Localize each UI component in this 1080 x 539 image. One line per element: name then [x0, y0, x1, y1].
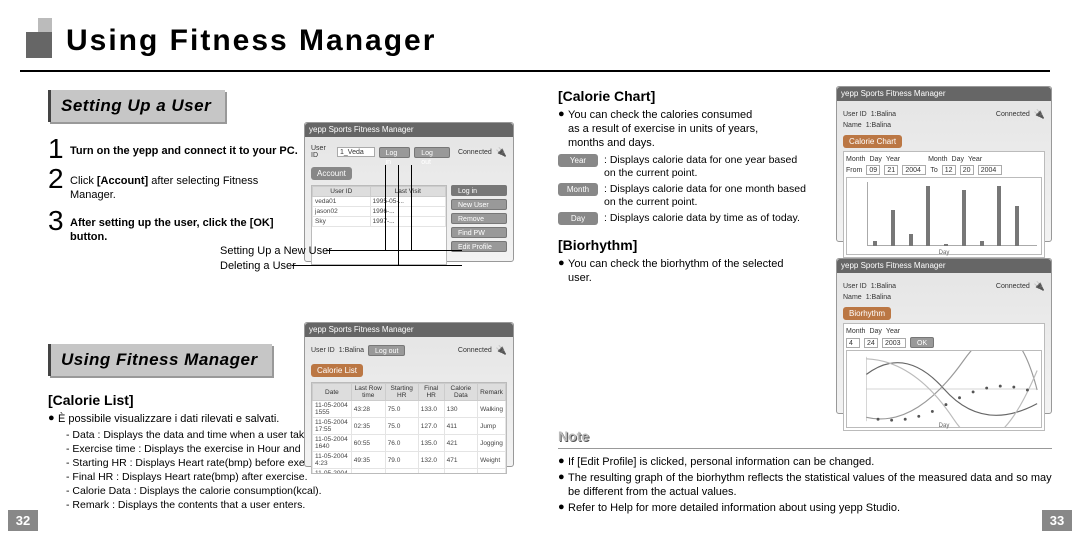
callout-new-user: Setting Up a New User — [220, 245, 332, 257]
chart-bar — [926, 186, 930, 246]
bio-year[interactable]: 2003 — [882, 338, 906, 348]
from-day[interactable]: 21 — [884, 165, 898, 175]
table-row[interactable]: 11-05-2004 164060:5576.0135.0421Jogging — [313, 435, 506, 452]
table-row[interactable]: veda011995-05-... — [313, 197, 446, 207]
table-row[interactable]: 11-05-2004 17:5502:3575.0127.0411Jump — [313, 418, 506, 435]
biorhythm-intro: You can check the biorhythm of the selec… — [568, 257, 793, 285]
note-item: The resulting graph of the biorhythm ref… — [568, 471, 1052, 499]
table-row[interactable]: 11-05-2004 155543:2875.0133.0130Walking — [313, 401, 506, 418]
step-number: 2 — [48, 166, 70, 190]
screenshot-account: yepp Sports Fitness Manager User ID 1_Ve… — [304, 122, 514, 262]
window-titlebar: yepp Sports Fitness Manager — [837, 87, 1051, 101]
leader-line — [411, 165, 412, 250]
tab-account[interactable]: Account — [311, 167, 352, 180]
section-using-fitness-manager: Using Fitness Manager — [48, 344, 272, 376]
tab-calorie-list[interactable]: Calorie List — [311, 364, 363, 377]
user-id-label: User ID — [311, 145, 333, 159]
user-id-value[interactable]: 1_Veda — [337, 147, 375, 157]
note-divider — [558, 448, 1052, 449]
bio-day[interactable]: 24 — [864, 338, 878, 348]
new-user-button[interactable]: New User — [451, 199, 507, 210]
to-label: To — [930, 167, 937, 174]
calorie-chart-intro-line2: as a result of exercise in units of year… — [568, 123, 758, 149]
from-year[interactable]: 2004 — [902, 165, 926, 175]
to-year[interactable]: 2004 — [978, 165, 1002, 175]
table-row[interactable]: Sky1997-... — [313, 217, 446, 227]
page-number-left: 32 — [8, 510, 38, 531]
biorhythm-chart: Day — [846, 350, 1042, 428]
biorhythm-curves — [847, 351, 1041, 427]
screenshot-calorie-list: yepp Sports Fitness Manager User ID 1:Ba… — [304, 322, 514, 467]
note-item: If [Edit Profile] is clicked, personal i… — [568, 455, 1052, 469]
screenshot-calorie-chart: yepp Sports Fitness Manager User ID 1:Ba… — [836, 86, 1052, 242]
logout-button[interactable]: Log out — [414, 147, 450, 158]
def-day: Day : Displays calorie data by time as o… — [558, 212, 808, 225]
calorie-bar-chart: Day — [846, 177, 1042, 255]
ok-button[interactable]: OK — [910, 337, 934, 348]
section-setting-up-user: Setting Up a User — [48, 90, 225, 122]
page-title: Using Fitness Manager — [66, 24, 436, 58]
chart-bar — [944, 244, 948, 246]
chart-bar — [873, 241, 877, 246]
side-login-button[interactable]: Log in — [451, 185, 507, 196]
from-month[interactable]: 09 — [866, 165, 880, 175]
table-row[interactable]: 11-05-2004 4:2349:3579.0132.0471Weight — [313, 452, 506, 469]
remove-user-button[interactable]: Remove — [451, 213, 507, 224]
user-id-label: User ID — [311, 347, 335, 354]
pill-year: Year — [558, 154, 598, 167]
chart-bar — [980, 241, 984, 246]
calorie-table: DateLast Row timeStarting HRFinal HRCalo… — [312, 383, 506, 474]
callout-delete-user: Deleting a User — [220, 260, 296, 272]
chart-bar — [909, 234, 913, 246]
step-text: Turn on the yepp and connect it to your … — [70, 136, 298, 158]
tab-calorie-chart[interactable]: Calorie Chart — [843, 135, 902, 148]
bio-month[interactable]: 4 — [846, 338, 860, 348]
screenshot-biorhythm: yepp Sports Fitness Manager User ID 1:Ba… — [836, 258, 1052, 414]
table-row[interactable]: 11-05-2004 12:5508:2075.8132.0475Cycling — [313, 469, 506, 475]
calorie-chart-intro-line1: You can check the calories consumed — [568, 109, 752, 121]
leader-line — [292, 265, 462, 266]
chart-bar — [891, 210, 895, 246]
connection-icon: 🔌 — [496, 147, 507, 158]
window-titlebar: yepp Sports Fitness Manager — [305, 123, 513, 137]
user-id-value: 1:Balina — [339, 347, 364, 354]
window-titlebar: yepp Sports Fitness Manager — [837, 259, 1051, 273]
leader-line — [385, 165, 386, 250]
connection-icon: 🔌 — [1034, 281, 1045, 292]
step-number: 3 — [48, 208, 70, 232]
table-row[interactable]: jason021996-... — [313, 207, 446, 217]
note-heading: Note — [558, 424, 1052, 444]
pill-month: Month — [558, 183, 598, 196]
login-button[interactable]: Log in — [379, 147, 411, 158]
window-titlebar: yepp Sports Fitness Manager — [305, 323, 513, 337]
page-number-right: 33 — [1042, 510, 1072, 531]
connection-icon: 🔌 — [496, 345, 507, 356]
chart-bar — [962, 190, 966, 246]
step-text: After setting up the user, click the [OK… — [70, 208, 300, 244]
leader-line — [398, 165, 399, 265]
user-table: User IDLast Visit veda011995-05-... jaso… — [312, 186, 446, 227]
leader-line — [326, 250, 462, 251]
note-item: Refer to Help for more detailed informat… — [568, 501, 1052, 515]
to-month[interactable]: 12 — [942, 165, 956, 175]
connection-icon: 🔌 — [1034, 109, 1045, 120]
tab-biorhythm[interactable]: Biorhythm — [843, 307, 891, 320]
find-pw-button[interactable]: Find PW — [451, 227, 507, 238]
to-day[interactable]: 20 — [960, 165, 974, 175]
step-number: 1 — [48, 136, 70, 160]
chart-bar — [1015, 206, 1019, 246]
def-year: Year : Displays calorie data for one yea… — [558, 154, 808, 180]
logout-button[interactable]: Log out — [368, 345, 405, 356]
def-month: Month : Displays calorie data for one mo… — [558, 183, 808, 209]
step-text: Click [Account] after selecting Fitness … — [70, 166, 300, 202]
from-label: From — [846, 167, 862, 174]
connected-label: Connected — [458, 347, 492, 354]
chart-bar — [997, 186, 1001, 246]
connected-label: Connected — [458, 149, 492, 156]
pill-day: Day — [558, 212, 598, 225]
